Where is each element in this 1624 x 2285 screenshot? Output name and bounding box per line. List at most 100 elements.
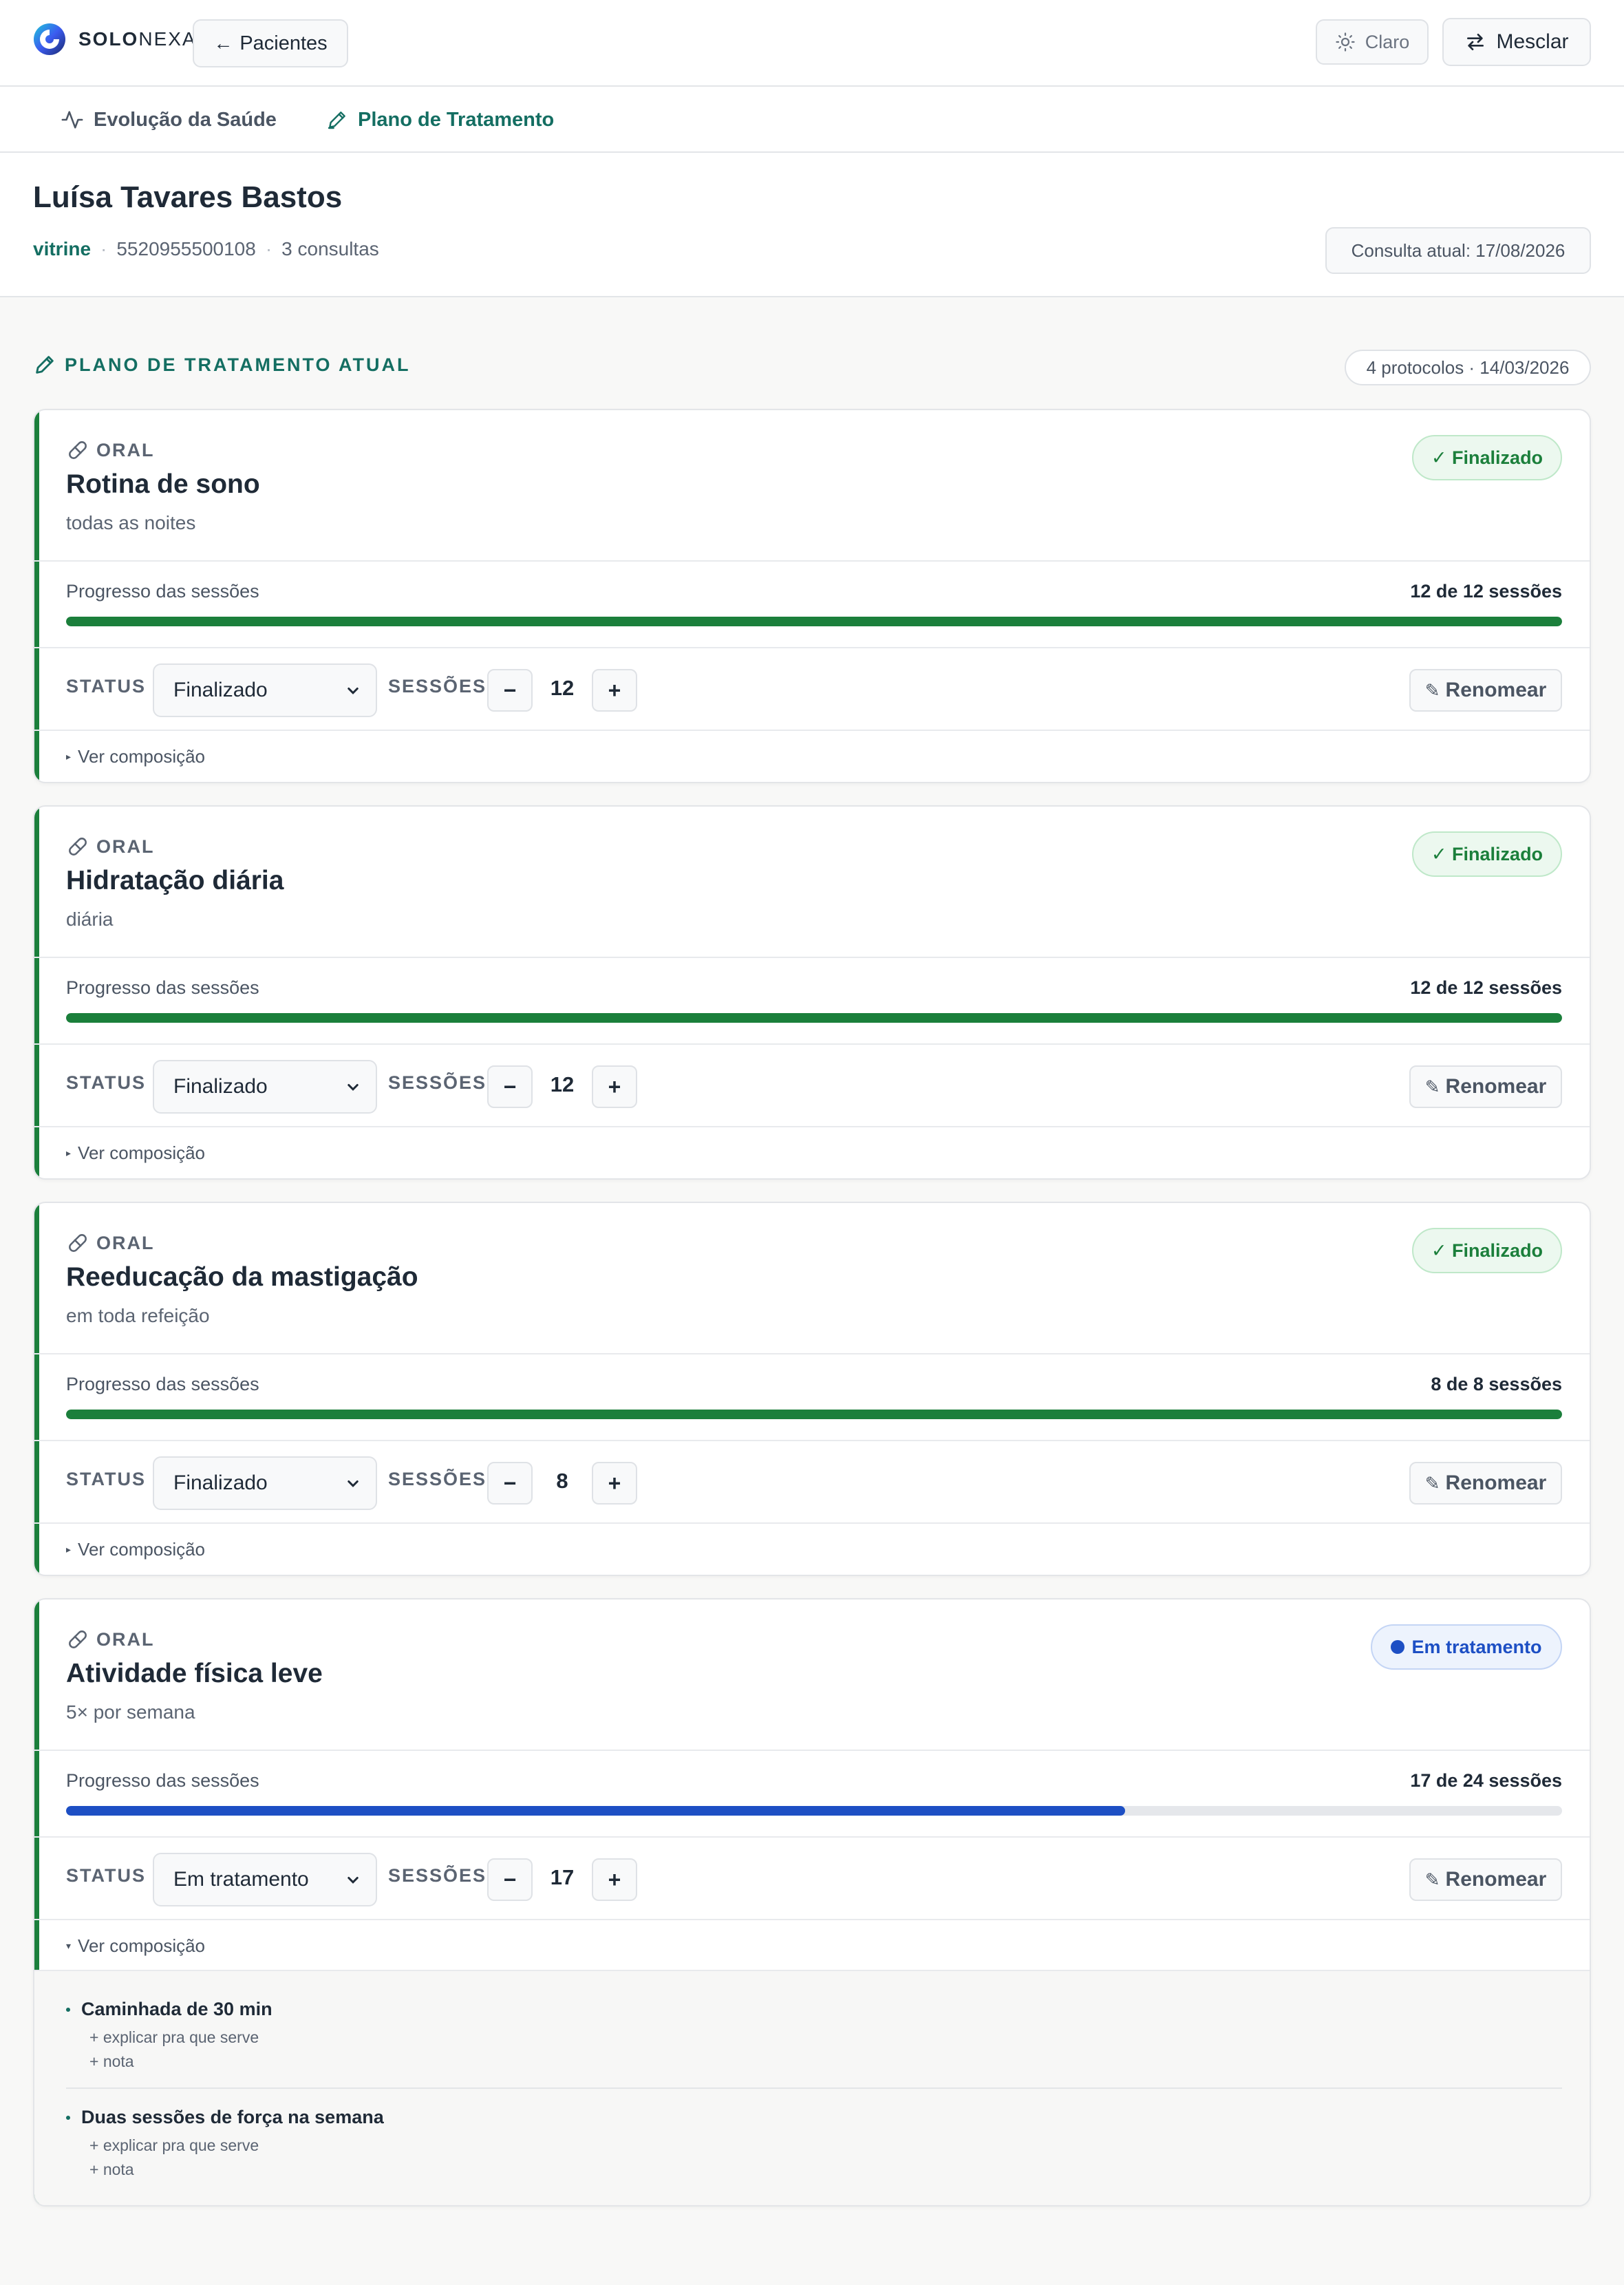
- sessions-value: 12: [550, 1072, 575, 1096]
- rename-button[interactable]: ✎ Renomear: [1409, 1462, 1562, 1505]
- sessions-value: 17: [550, 1865, 575, 1889]
- decrement-sessions-button[interactable]: −: [487, 1858, 533, 1901]
- increment-sessions-button[interactable]: +: [592, 669, 637, 712]
- sessions-label: SESSÕES: [388, 1469, 487, 1489]
- progress-fill: [66, 1410, 1562, 1419]
- merge-label: Mesclar: [1496, 30, 1569, 53]
- status-badge-text: Finalizado: [1452, 1240, 1543, 1261]
- pencil-icon: ✎: [1424, 1076, 1440, 1097]
- activity-icon: [61, 111, 83, 129]
- pencil-icon: ✎: [1424, 1869, 1440, 1890]
- sessions-label: SESSÕES: [388, 1072, 487, 1093]
- caret-right-icon: ▸: [66, 1147, 72, 1158]
- status-badge: Em tratamento: [1371, 1624, 1562, 1670]
- patient-phone: 5520955500108: [116, 238, 256, 259]
- status-badge-text: Finalizado: [1452, 843, 1543, 864]
- decrement-sessions-button[interactable]: −: [487, 669, 533, 712]
- route-label: ORAL: [66, 1626, 155, 1653]
- separator-dot: ·: [100, 238, 107, 259]
- progress-bar: [66, 1806, 1562, 1816]
- status-badge-text: Em tratamento: [1411, 1636, 1542, 1657]
- rename-label: Renomear: [1445, 679, 1547, 701]
- protocol-card: ORAL Atividade física leve 5× por semana…: [33, 1598, 1591, 2207]
- sessions-value: 8: [556, 1469, 568, 1493]
- add-note-link[interactable]: + nota: [89, 2052, 1562, 2071]
- status-select[interactable]: Finalizado: [153, 1456, 377, 1510]
- composition-item-name: Duas sessões de força na semana: [66, 2107, 1562, 2128]
- route-label: ORAL: [66, 1229, 155, 1257]
- section-title: PLANO DE TRATAMENTO ATUAL: [33, 351, 410, 379]
- pencil-icon: ✎: [1424, 679, 1440, 701]
- status-dot-icon: [1391, 1640, 1405, 1654]
- arrow-left-icon: ←: [213, 32, 233, 54]
- composition-toggle-label: Ver composição: [78, 1539, 206, 1560]
- composition-toggle[interactable]: ▸ Ver composição: [66, 1142, 205, 1164]
- composition-item-name: Caminhada de 30 min: [66, 1999, 1562, 2020]
- progress-count: 12 de 12 sessões: [1410, 977, 1562, 998]
- progress-label: Progresso das sessões: [66, 1374, 259, 1394]
- rename-button[interactable]: ✎ Renomear: [1409, 1065, 1562, 1108]
- theme-toggle-button[interactable]: Claro: [1316, 19, 1429, 65]
- protocol-card: ORAL Reeducação da mastigação em toda re…: [33, 1202, 1591, 1576]
- composition-item-text: Duas sessões de força na semana: [81, 2107, 384, 2127]
- pencil-icon: [328, 111, 345, 129]
- app-logo[interactable]: SOLONEXA: [33, 22, 197, 56]
- patient-meta: vitrine · 5520955500108 · 3 consultas: [33, 238, 379, 260]
- rename-button[interactable]: ✎ Renomear: [1409, 669, 1562, 712]
- sessions-label: SESSÕES: [388, 1865, 487, 1886]
- tab-health-evolution[interactable]: Evolução da Saúde: [61, 106, 277, 134]
- back-to-patients-button[interactable]: ← Pacientes: [193, 19, 348, 67]
- status-badge: ✓ Finalizado: [1412, 1228, 1562, 1273]
- progress-label: Progresso das sessões: [66, 581, 259, 602]
- composition-toggle[interactable]: ▸ Ver composição: [66, 746, 205, 767]
- top-bar: SOLONEXA ← Pacientes Claro Mesclar: [0, 0, 1624, 87]
- plan-summary-badge: 4 protocolos · 14/03/2026: [1345, 350, 1591, 385]
- progress-label: Progresso das sessões: [66, 977, 259, 998]
- rename-label: Renomear: [1445, 1471, 1547, 1494]
- status-select[interactable]: Finalizado: [153, 663, 377, 717]
- composition-toggle[interactable]: ▸ Ver composição: [66, 1539, 205, 1560]
- increment-sessions-button[interactable]: +: [592, 1065, 637, 1108]
- route-label: ORAL: [66, 833, 155, 860]
- status-select[interactable]: Em tratamento: [153, 1853, 377, 1906]
- composition-toggle[interactable]: ▾ Ver composição: [66, 1935, 205, 1957]
- tab-treatment-plan[interactable]: Plano de Tratamento: [326, 106, 554, 134]
- rename-label: Renomear: [1445, 1868, 1547, 1891]
- rename-button[interactable]: ✎ Renomear: [1409, 1858, 1562, 1901]
- current-consult-badge: Consulta atual: 17/08/2026: [1325, 227, 1591, 274]
- patient-tag[interactable]: vitrine: [33, 238, 91, 260]
- protocol-card: ORAL Hidratação diária diária ✓ Finaliza…: [33, 805, 1591, 1180]
- tab-label: Plano de Tratamento: [358, 108, 555, 131]
- theme-label: Claro: [1365, 31, 1410, 52]
- increment-sessions-button[interactable]: +: [592, 1858, 637, 1901]
- status-select-value: Finalizado: [173, 1471, 268, 1494]
- rename-label: Renomear: [1445, 1075, 1547, 1098]
- merge-button[interactable]: Mesclar: [1442, 18, 1591, 66]
- add-note-link[interactable]: + nota: [89, 2160, 1562, 2179]
- chevron-down-icon: [348, 688, 359, 694]
- route-label: ORAL: [66, 436, 155, 464]
- status-badge-text: Finalizado: [1452, 447, 1543, 468]
- patient-header: Luísa Tavares Bastos vitrine · 552095550…: [0, 153, 1624, 297]
- status-select-value: Em tratamento: [173, 1868, 309, 1891]
- add-explanation-link[interactable]: + explicar pra que serve: [89, 2136, 1562, 2155]
- caret-down-icon: ▾: [66, 1940, 72, 1951]
- protocol-frequency: diária: [66, 908, 114, 930]
- status-label: STATUS: [66, 1865, 146, 1886]
- decrement-sessions-button[interactable]: −: [487, 1065, 533, 1108]
- pencil-icon: [36, 356, 54, 374]
- bullet-icon: [66, 2115, 70, 2120]
- decrement-sessions-button[interactable]: −: [487, 1462, 533, 1505]
- status-select[interactable]: Finalizado: [153, 1060, 377, 1114]
- progress-count: 8 de 8 sessões: [1431, 1374, 1562, 1394]
- status-label: STATUS: [66, 1072, 146, 1093]
- pill-icon: [69, 838, 87, 855]
- caret-right-icon: ▸: [66, 751, 72, 762]
- back-button-label: Pacientes: [239, 32, 328, 54]
- progress-label: Progresso das sessões: [66, 1770, 259, 1791]
- add-explanation-link[interactable]: + explicar pra que serve: [89, 2028, 1562, 2047]
- increment-sessions-button[interactable]: +: [592, 1462, 637, 1505]
- tab-label: Evolução da Saúde: [94, 108, 277, 131]
- pill-icon: [69, 1630, 87, 1648]
- route-text: ORAL: [96, 439, 155, 460]
